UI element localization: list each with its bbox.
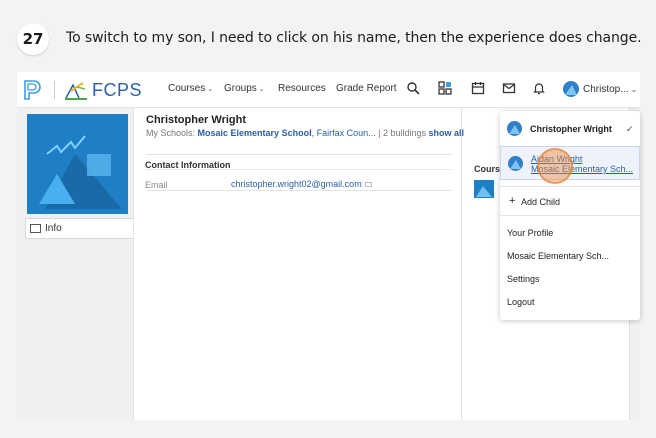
- account-switcher-dropdown: Christopher Wright ✓ Aidan Wright Mosaic…: [500, 111, 640, 320]
- calendar-icon[interactable]: [471, 81, 485, 95]
- email-label: Email: [145, 180, 168, 190]
- step-number-badge: 27: [17, 23, 49, 55]
- mail-icon: [364, 182, 372, 188]
- bell-icon[interactable]: [532, 81, 546, 95]
- nav-grade-report-label: Grade Report: [336, 83, 397, 94]
- nav-resources-label: Resources: [278, 83, 326, 94]
- chevron-down-icon: ⌄: [207, 86, 214, 93]
- schools-line: My Schools: Mosaic Elementary School, Fa…: [146, 128, 464, 138]
- nav-grade-report[interactable]: Grade Report: [336, 83, 397, 94]
- buildings-count: | 2 buildings: [375, 128, 429, 138]
- info-card-icon: [30, 224, 41, 233]
- brand-name[interactable]: FCPS: [92, 80, 142, 101]
- divider: [500, 186, 640, 187]
- profile-sidebar: Info: [17, 108, 133, 420]
- school-link-primary[interactable]: Mosaic Elementary School: [198, 128, 312, 138]
- tab-info-label: Info: [45, 223, 62, 234]
- powerschool-logo-icon[interactable]: [23, 80, 41, 100]
- chevron-down-icon: ⌄: [258, 86, 265, 93]
- avatar: [563, 81, 579, 97]
- menu-settings[interactable]: Settings: [500, 274, 640, 288]
- nav-groups-menu[interactable]: Groups ⌄: [224, 83, 265, 94]
- add-child-label: Add Child: [521, 197, 561, 207]
- school-link-secondary[interactable]: , Fairfax Coun...: [312, 128, 376, 138]
- nav-resources[interactable]: Resources: [278, 83, 326, 94]
- nav-courses-menu[interactable]: Courses ⌄: [168, 83, 213, 94]
- top-navigation: FCPS Courses ⌄ Groups ⌄ Resources Grade Re…: [17, 72, 640, 108]
- add-child-item[interactable]: + Add Child: [500, 195, 640, 211]
- current-user-item[interactable]: Christopher Wright ✓: [500, 111, 640, 146]
- logo-divider: [54, 81, 55, 99]
- email-link[interactable]: christopher.wright02@gmail.com: [231, 179, 372, 189]
- apps-grid-icon[interactable]: [438, 81, 452, 95]
- step-instruction: To switch to my son, I need to click on …: [66, 30, 642, 46]
- plus-icon: +: [509, 195, 516, 207]
- menu-logout[interactable]: Logout: [500, 297, 640, 311]
- avatar: [507, 121, 522, 136]
- user-name-label: Christop...: [583, 83, 629, 95]
- search-icon[interactable]: [406, 81, 420, 95]
- profile-main: Christopher Wright My Schools: Mosaic El…: [133, 108, 464, 420]
- chevron-down-icon: ⌄: [630, 84, 638, 94]
- menu-your-profile[interactable]: Your Profile: [500, 228, 640, 242]
- email-value: christopher.wright02@gmail.com: [231, 179, 362, 189]
- menu-school[interactable]: Mosaic Elementary Sch...: [500, 251, 640, 265]
- page-title: Christopher Wright: [146, 114, 247, 126]
- mail-icon[interactable]: [502, 81, 516, 95]
- step-header: 27 To switch to my son, I need to click …: [0, 0, 656, 66]
- contact-info-title: Contact Information: [145, 160, 231, 170]
- user-account-menu[interactable]: Christop... ⌄: [563, 81, 637, 97]
- avatar: [508, 156, 523, 171]
- nav-groups-label: Groups: [224, 83, 257, 94]
- current-user-name: Christopher Wright: [530, 124, 612, 134]
- divider: [500, 215, 640, 216]
- nav-courses-label: Courses: [168, 83, 206, 94]
- show-all-link[interactable]: show all: [428, 128, 464, 138]
- click-highlight-indicator: [537, 148, 573, 184]
- tab-info[interactable]: Info: [25, 218, 133, 239]
- course-thumbnail[interactable]: [474, 180, 494, 198]
- profile-picture: [27, 114, 128, 214]
- checkmark-icon: ✓: [626, 124, 634, 134]
- schools-prefix: My Schools:: [146, 128, 198, 138]
- fcps-emblem-icon: [65, 82, 87, 100]
